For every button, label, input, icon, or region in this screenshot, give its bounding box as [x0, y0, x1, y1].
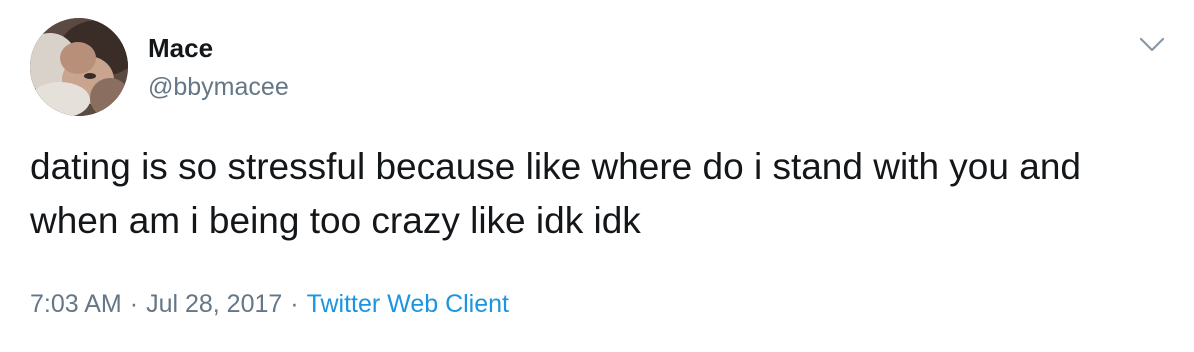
tweet-source-link[interactable]: Twitter Web Client: [307, 290, 509, 318]
tweet-metadata: 7:03 AM · Jul 28, 2017 · Twitter Web Client: [30, 288, 509, 320]
avatar[interactable]: [30, 18, 128, 116]
tweet-time[interactable]: 7:03 AM: [30, 290, 122, 318]
tweet-date[interactable]: Jul 28, 2017: [146, 290, 282, 318]
chevron-down-icon[interactable]: [1138, 32, 1166, 56]
separator-dot: ·: [129, 290, 139, 318]
tweet-text: dating is so stressful because like wher…: [30, 146, 1081, 241]
user-handle[interactable]: @bbymacee: [148, 72, 289, 102]
tweet-card: Mace @bbymacee dating is so stressful be…: [0, 0, 1194, 352]
avatar-photo: [30, 18, 128, 116]
separator-dot: ·: [290, 290, 299, 318]
display-name[interactable]: Mace: [148, 32, 213, 64]
